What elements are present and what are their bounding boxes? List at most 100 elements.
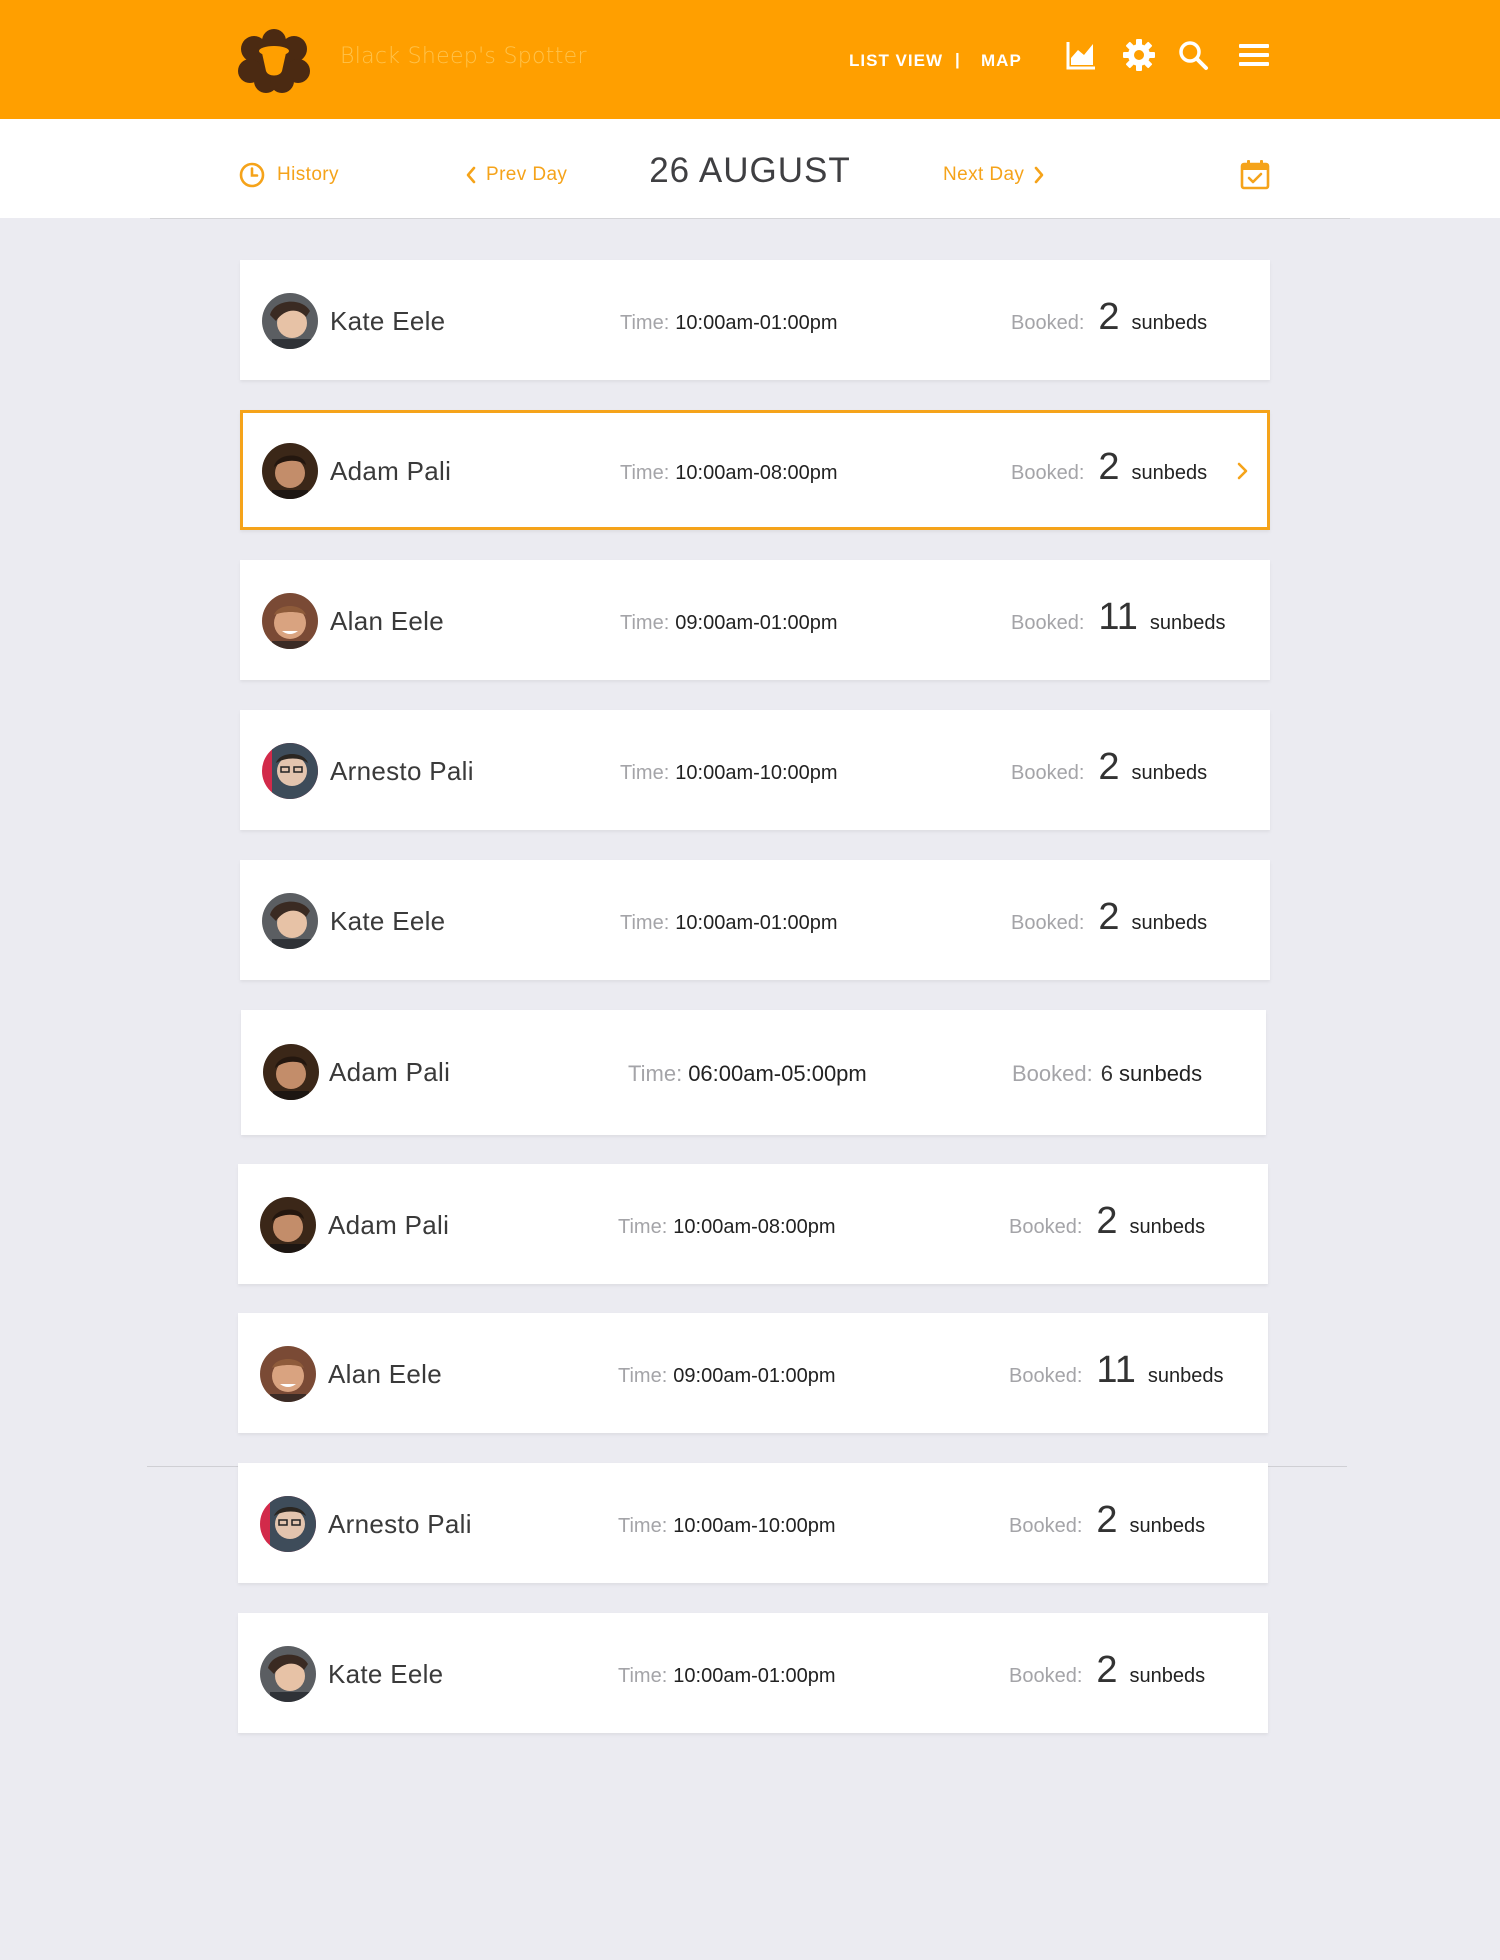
booking-time: Time: 09:00am-01:00pm — [620, 612, 838, 635]
nav-separator: | — [955, 50, 960, 69]
booked-label: Booked: — [1011, 462, 1085, 484]
booking-time: Time: 10:00am-08:00pm — [620, 462, 838, 485]
booking-card[interactable]: Adam Pali Time: 06:00am-05:00pm Booked: 6 s… — [241, 1010, 1266, 1135]
top-bar: Black Sheep's Spotter LIST VIEW | MAP — [0, 0, 1500, 119]
nav-map[interactable]: MAP — [981, 51, 1022, 71]
time-label: Time: — [618, 1665, 668, 1687]
avatar — [262, 293, 318, 349]
guest-name: Adam Pali — [329, 1057, 451, 1087]
next-day-label: Next Day — [943, 164, 1025, 185]
booking-time: Time: 10:00am-01:00pm — [618, 1665, 836, 1688]
gear-icon[interactable] — [1122, 38, 1156, 72]
booked-label: Booked: — [1011, 312, 1085, 334]
booked-count: Booked: 2 sunbeds — [1011, 746, 1207, 789]
sunbed-unit: sunbeds — [1149, 612, 1226, 634]
booking-card[interactable]: Alan Eele Time: 09:00am-01:00pm Booked: 11… — [240, 560, 1270, 680]
time-label: Time: — [620, 912, 670, 934]
booking-card[interactable]: Kate Eele Time: 10:00am-01:00pm Booked: 2 s… — [238, 1613, 1268, 1733]
time-range: 10:00am-10:00pm — [673, 1515, 836, 1537]
avatar — [262, 743, 318, 799]
sunbed-unit: sunbeds — [1129, 1515, 1206, 1537]
divider — [150, 218, 1350, 219]
avatar — [262, 593, 318, 649]
booked-count: Booked: 2 sunbeds — [1011, 446, 1207, 489]
sheep-logo-icon[interactable] — [236, 25, 312, 95]
time-range: 10:00am-01:00pm — [675, 912, 838, 934]
current-date: 26 AUGUST — [649, 151, 851, 190]
sunbed-count: 2 — [1096, 1499, 1118, 1541]
sunbed-unit: sunbeds — [1118, 1061, 1203, 1086]
sunbed-unit: sunbeds — [1147, 1365, 1224, 1387]
chevron-right-icon[interactable] — [1235, 459, 1251, 483]
time-range: 10:00am-01:00pm — [675, 312, 838, 334]
guest-name: Adam Pali — [328, 1210, 450, 1240]
guest-name: Alan Eele — [330, 606, 444, 636]
booked-label: Booked: — [1011, 612, 1085, 634]
chart-icon[interactable] — [1064, 38, 1098, 72]
sunbed-count: 6 — [1100, 1061, 1113, 1086]
booking-card[interactable]: Alan Eele Time: 09:00am-01:00pm Booked: 11… — [238, 1313, 1268, 1433]
booking-card[interactable]: Arnesto Pali Time: 10:00am-10:00pm Booked… — [238, 1463, 1268, 1583]
sunbed-unit: sunbeds — [1131, 312, 1208, 334]
nav-list-view[interactable]: LIST VIEW — [849, 51, 943, 71]
avatar — [263, 1044, 319, 1100]
booking-card[interactable]: Arnesto Pali Time: 10:00am-10:00pm Booked… — [240, 710, 1270, 830]
avatar — [262, 893, 318, 949]
booking-time: Time: 10:00am-01:00pm — [620, 912, 838, 935]
guest-name: Arnesto Pali — [328, 1509, 472, 1539]
sunbed-count: 2 — [1098, 296, 1120, 338]
time-label: Time: — [620, 762, 670, 784]
sunbed-count: 2 — [1096, 1200, 1118, 1242]
booked-label: Booked: — [1009, 1216, 1083, 1238]
sunbed-count: 2 — [1096, 1649, 1118, 1691]
brand-name: Black Sheep's Spotter — [340, 44, 587, 69]
next-day-button[interactable]: Next Day — [943, 161, 1046, 189]
calendar-icon[interactable] — [1239, 159, 1271, 191]
chevron-right-icon — [1035, 166, 1044, 184]
time-label: Time: — [618, 1365, 668, 1387]
booked-count: Booked: 2 sunbeds — [1009, 1200, 1205, 1243]
booked-count: Booked: 2 sunbeds — [1009, 1649, 1205, 1692]
booking-card[interactable]: Kate Eele Time: 10:00am-01:00pm Booked: 2 s… — [240, 860, 1270, 980]
time-label: Time: — [620, 612, 670, 634]
time-label: Time: — [620, 462, 670, 484]
booked-label: Booked: — [1009, 1665, 1083, 1687]
booking-time: Time: 06:00am-05:00pm — [628, 1061, 867, 1087]
sunbed-unit: sunbeds — [1131, 912, 1208, 934]
time-range: 10:00am-08:00pm — [675, 462, 838, 484]
booked-count: Booked: 11 sunbeds — [1009, 1349, 1223, 1392]
sunbed-count: 2 — [1098, 746, 1120, 788]
avatar — [262, 443, 318, 499]
booking-card-selected[interactable]: Adam Pali Time: 10:00am-08:00pm Booked: 2 s… — [240, 410, 1270, 530]
avatar — [260, 1646, 316, 1702]
booking-card[interactable]: Kate Eele Time: 10:00am-01:00pm Booked: 2 s… — [240, 260, 1270, 380]
sunbed-unit: sunbeds — [1129, 1665, 1206, 1687]
booked-count: Booked: 2 sunbeds — [1011, 896, 1207, 939]
booked-count: Booked: 2 sunbeds — [1011, 296, 1207, 339]
avatar — [260, 1346, 316, 1402]
booked-label: Booked: — [1011, 912, 1085, 934]
guest-name: Alan Eele — [328, 1359, 442, 1389]
sunbed-count: 11 — [1098, 596, 1138, 638]
avatar — [260, 1197, 316, 1253]
sunbed-count: 2 — [1098, 446, 1120, 488]
avatar — [260, 1496, 316, 1552]
time-range: 10:00am-01:00pm — [673, 1665, 836, 1687]
booked-label: Booked: — [1009, 1365, 1083, 1387]
guest-name: Kate Eele — [330, 306, 446, 336]
time-label: Time: — [618, 1515, 668, 1537]
guest-name: Kate Eele — [330, 906, 446, 936]
booking-time: Time: 09:00am-01:00pm — [618, 1365, 836, 1388]
time-range: 09:00am-01:00pm — [673, 1365, 836, 1387]
booked-count: Booked: 11 sunbeds — [1011, 596, 1225, 639]
sunbed-unit: sunbeds — [1131, 462, 1208, 484]
booked-label: Booked: — [1009, 1515, 1083, 1537]
booking-card[interactable]: Adam Pali Time: 10:00am-08:00pm Booked: 2 s… — [238, 1164, 1268, 1284]
search-icon[interactable] — [1176, 38, 1210, 72]
time-range: 10:00am-10:00pm — [675, 762, 838, 784]
time-range: 09:00am-01:00pm — [675, 612, 838, 634]
booking-time: Time: 10:00am-10:00pm — [618, 1515, 836, 1538]
booked-count: Booked: 2 sunbeds — [1009, 1499, 1205, 1542]
menu-icon[interactable] — [1237, 38, 1271, 72]
booked-count: Booked: 6 sunbeds — [1012, 1061, 1202, 1087]
